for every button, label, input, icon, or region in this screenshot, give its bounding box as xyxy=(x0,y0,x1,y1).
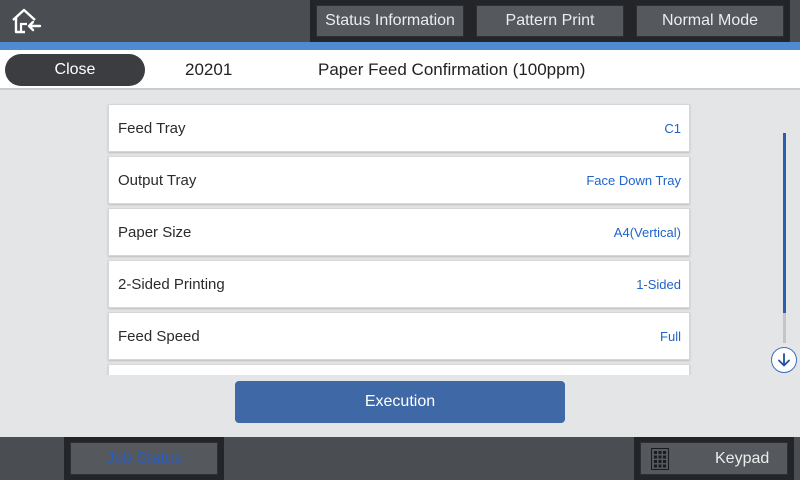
bottom-bar: Job Status Keypad xyxy=(0,437,800,480)
setting-label: Paper Size xyxy=(118,223,192,241)
scrollbar-thumb[interactable] xyxy=(783,133,786,313)
setting-value: Face Down Tray xyxy=(586,172,681,188)
normal-mode-button[interactable]: Normal Mode xyxy=(636,5,784,37)
setting-value: 1-Sided xyxy=(636,276,681,292)
setting-label: Feed Speed xyxy=(118,327,200,345)
close-button[interactable]: Close xyxy=(5,54,145,86)
setting-value: Full xyxy=(660,328,681,344)
keypad-icon xyxy=(651,447,669,470)
arrow-down-circle-icon xyxy=(778,353,790,367)
status-information-frame: Status Information xyxy=(310,0,470,42)
execution-button[interactable]: Execution xyxy=(235,381,565,423)
top-bar: Status Information Pattern Print Normal … xyxy=(0,0,800,42)
keypad-frame: Keypad xyxy=(634,437,794,480)
setting-label: 2-Sided Printing xyxy=(118,275,225,293)
normal-mode-frame: Normal Mode xyxy=(630,0,790,42)
accent-strip xyxy=(0,42,800,50)
status-information-button[interactable]: Status Information xyxy=(316,5,464,37)
title-bar: Close 20201 Paper Feed Confirmation (100… xyxy=(0,50,800,90)
home-button[interactable] xyxy=(8,4,44,38)
job-status-button[interactable]: Job Status xyxy=(70,442,218,475)
settings-list: Feed Tray C1 Output Tray Face Down Tray … xyxy=(0,92,800,375)
pattern-print-button[interactable]: Pattern Print xyxy=(476,5,624,37)
job-status-frame: Job Status xyxy=(64,437,224,480)
setting-row-feed-speed[interactable]: Feed Speed Full xyxy=(108,312,690,360)
pattern-print-frame: Pattern Print xyxy=(470,0,630,42)
setting-value: C1 xyxy=(664,120,681,136)
scroll-down-button[interactable] xyxy=(771,347,797,373)
keypad-button[interactable]: Keypad xyxy=(640,442,788,475)
scrollbar[interactable] xyxy=(783,133,786,343)
setting-label: Output Tray xyxy=(118,171,197,189)
setting-label: Feed Tray xyxy=(118,119,186,137)
keypad-label: Keypad xyxy=(715,449,770,467)
setting-row-2-sided-printing[interactable]: 2-Sided Printing 1-Sided xyxy=(108,260,690,308)
setting-value: A4(Vertical) xyxy=(613,224,681,240)
job-code: 20201 xyxy=(185,60,233,79)
home-icon xyxy=(12,8,42,34)
setting-row-feed-tray[interactable]: Feed Tray C1 xyxy=(108,104,690,152)
page-title: Paper Feed Confirmation (100ppm) xyxy=(318,60,586,79)
setting-row-partial[interactable] xyxy=(108,364,690,375)
setting-row-paper-size[interactable]: Paper Size A4(Vertical) xyxy=(108,208,690,256)
setting-row-output-tray[interactable]: Output Tray Face Down Tray xyxy=(108,156,690,204)
